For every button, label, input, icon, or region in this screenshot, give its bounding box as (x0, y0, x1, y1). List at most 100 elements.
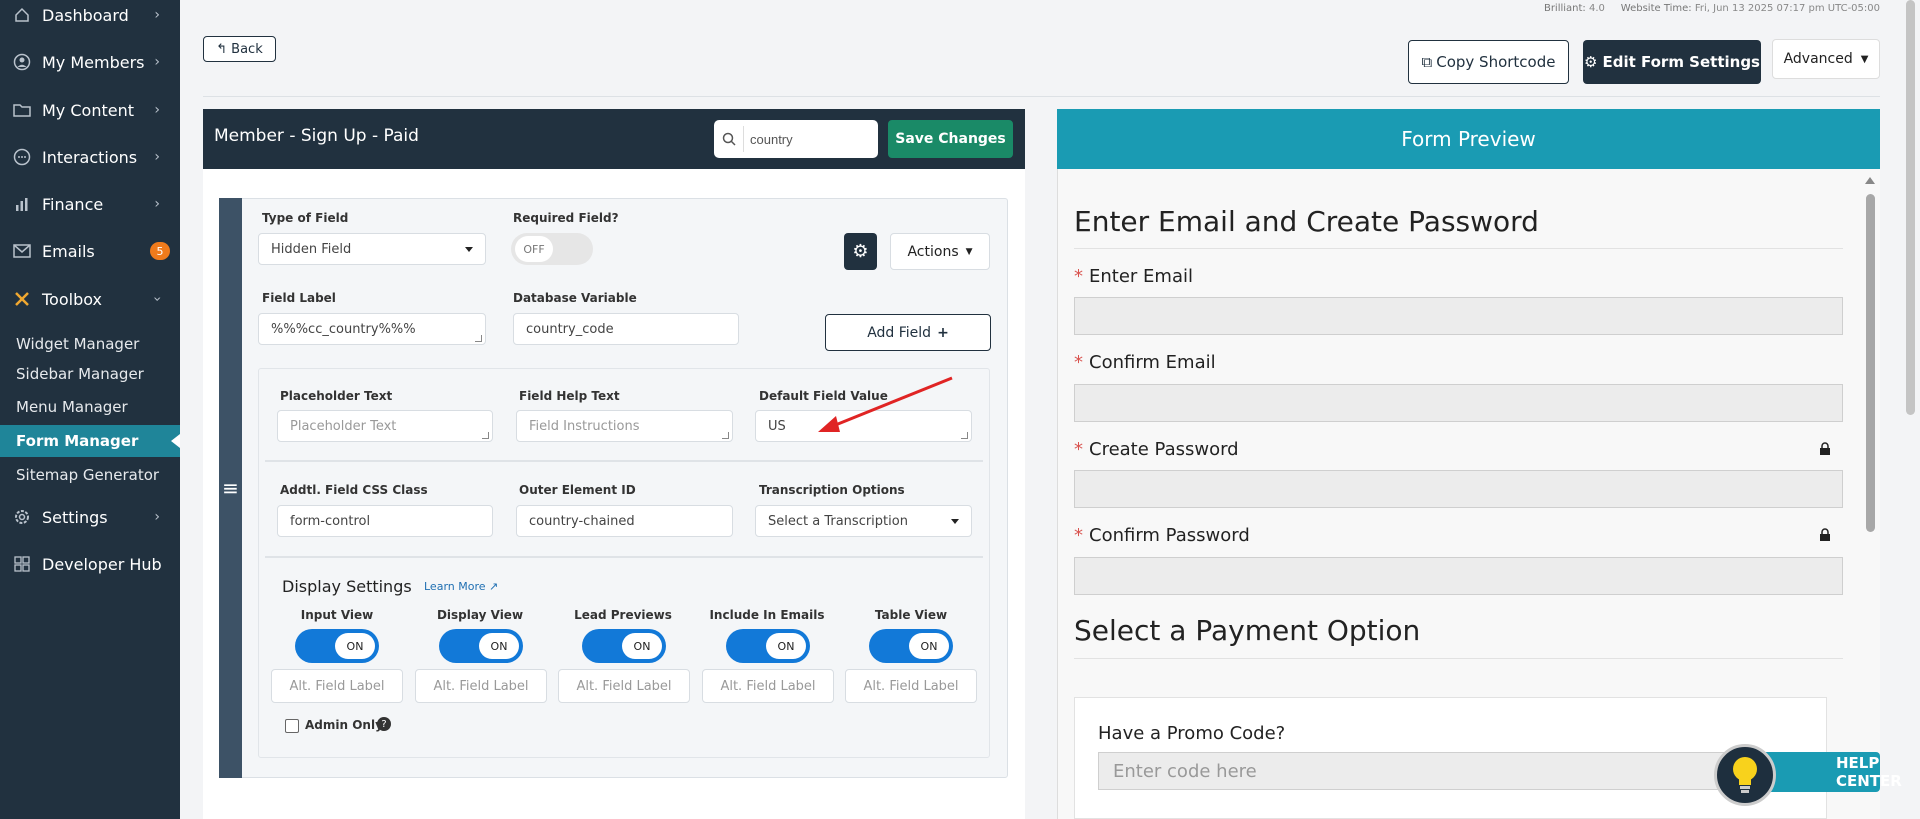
outer-element-id-value: country-chained (529, 513, 635, 529)
section-divider (1074, 248, 1843, 249)
sidebar-item-interactions[interactable]: Interactions › (0, 137, 180, 177)
alt-label-placeholder: Alt. Field Label (576, 678, 672, 694)
drag-handle[interactable]: ≡ (219, 198, 242, 778)
input-view-toggle[interactable]: ON (295, 629, 379, 663)
placeholder-text-label: Placeholder Text (280, 389, 393, 403)
search-input[interactable] (744, 131, 864, 147)
plus-icon: + (937, 324, 949, 341)
resize-grip-icon (482, 432, 489, 439)
resize-grip-icon (961, 432, 968, 439)
transcription-options-value: Select a Transcription (768, 513, 908, 529)
sidebar-subitem-widget-manager[interactable]: Widget Manager (0, 328, 180, 360)
search-icon (714, 126, 744, 152)
sidebar-item-members[interactable]: My Members › (0, 42, 180, 82)
enter-email-input[interactable] (1074, 297, 1843, 335)
lightbulb-icon[interactable] (1714, 744, 1776, 806)
chevron-down-icon: › (149, 296, 166, 302)
confirm-password-label: * Confirm Password (1074, 525, 1250, 546)
outer-element-id-input[interactable]: country-chained (516, 505, 733, 537)
table-view-toggle[interactable]: ON (869, 629, 953, 663)
version-value: 4.0 (1588, 3, 1605, 14)
display-settings-title: Display Settings (282, 577, 412, 596)
sidebar-item-finance[interactable]: Finance › (0, 184, 180, 224)
chevron-right-icon: › (154, 54, 160, 70)
sidebar: Dashboard › My Members › My Content › In… (0, 0, 180, 819)
sidebar-item-label: Developer Hub (42, 554, 162, 574)
edit-form-settings-button[interactable]: ⚙ Edit Form Settings (1583, 40, 1761, 84)
toggle-knob: OFF (515, 236, 553, 262)
form-title: Member - Sign Up - Paid (214, 126, 419, 146)
copy-label: Copy Shortcode (1436, 53, 1556, 71)
type-of-field-select[interactable]: Hidden Field (258, 233, 486, 265)
sidebar-subitem-form-manager[interactable]: Form Manager (0, 425, 180, 457)
field-label-input[interactable]: %%%cc_country%%% (258, 313, 486, 345)
css-class-input[interactable]: form-control (277, 505, 493, 537)
promo-code-label: Have a Promo Code? (1098, 723, 1286, 744)
display-view-alt-label-input[interactable]: Alt. Field Label (415, 669, 547, 703)
lead-previews-alt-label-input[interactable]: Alt. Field Label (558, 669, 690, 703)
field-help-text-input[interactable]: Field Instructions (516, 410, 733, 442)
back-button[interactable]: ↰ Back (203, 36, 276, 62)
sidebar-subitem-sidebar-manager[interactable]: Sidebar Manager (0, 358, 180, 390)
scroll-up-arrow-icon[interactable] (1865, 177, 1875, 184)
sidebar-item-label: Toolbox (42, 289, 102, 309)
resize-grip-icon (722, 432, 729, 439)
toggle-knob: ON (335, 633, 375, 659)
help-center-button[interactable]: HELP CENTER (1760, 752, 1902, 792)
lead-previews-toggle[interactable]: ON (582, 629, 666, 663)
required-asterisk: * (1074, 439, 1083, 460)
transcription-options-select[interactable]: Select a Transcription (755, 505, 972, 537)
outer-element-id-label: Outer Element ID (519, 483, 636, 497)
sidebar-item-toolbox[interactable]: Toolbox › (0, 279, 180, 319)
confirm-password-input[interactable] (1074, 557, 1843, 595)
caret-down-icon: ▼ (1860, 53, 1869, 65)
section-heading: Select a Payment Option (1074, 614, 1421, 647)
copy-shortcode-button[interactable]: ⧉ Copy Shortcode (1408, 40, 1569, 84)
field-search (714, 120, 878, 158)
sidebar-item-dashboard[interactable]: Dashboard › (0, 0, 180, 35)
create-password-input[interactable] (1074, 470, 1843, 508)
sidebar-item-content[interactable]: My Content › (0, 90, 180, 130)
include-in-emails-alt-label-input[interactable]: Alt. Field Label (702, 669, 834, 703)
caret-down-icon: ▼ (965, 246, 973, 257)
preview-scroll-thumb[interactable] (1866, 194, 1875, 532)
include-in-emails-toggle[interactable]: ON (726, 629, 810, 663)
field-label-value: %%%cc_country%%% (271, 321, 416, 337)
window-scroll-thumb[interactable] (1906, 0, 1915, 415)
required-field-toggle[interactable]: OFF (511, 233, 593, 265)
sidebar-item-settings[interactable]: Settings › (0, 497, 180, 537)
actions-dropdown[interactable]: Actions ▼ (890, 233, 990, 270)
question-icon[interactable]: ? (377, 717, 391, 731)
sidebar-item-label: Emails (42, 241, 95, 261)
advanced-label: Advanced (1783, 51, 1853, 67)
save-changes-button[interactable]: Save Changes (888, 120, 1013, 158)
sidebar-subitem-menu-manager[interactable]: Menu Manager (0, 391, 180, 423)
confirm-email-input[interactable] (1074, 384, 1843, 422)
input-view-alt-label-input[interactable]: Alt. Field Label (271, 669, 403, 703)
display-view-toggle[interactable]: ON (439, 629, 523, 663)
promo-code-input[interactable]: Enter code here (1098, 752, 1753, 790)
admin-only-checkbox[interactable] (285, 719, 299, 733)
sidebar-item-developer-hub[interactable]: Developer Hub (0, 544, 180, 584)
css-class-value: form-control (290, 513, 371, 529)
lock-icon (1819, 442, 1831, 460)
sidebar-subitem-sitemap-generator[interactable]: Sitemap Generator (0, 459, 180, 491)
field-help-text-label: Field Help Text (519, 389, 620, 403)
confirm-email-label: * Confirm Email (1074, 352, 1216, 373)
learn-more-link[interactable]: Learn More ↗ (424, 580, 498, 593)
alt-label-placeholder: Alt. Field Label (433, 678, 529, 694)
external-link-icon: ↗ (489, 580, 499, 593)
lock-icon (1819, 528, 1831, 546)
promo-code-placeholder: Enter code here (1113, 760, 1257, 782)
sidebar-item-emails[interactable]: Emails 5 (0, 231, 180, 271)
table-view-alt-label-input[interactable]: Alt. Field Label (845, 669, 977, 703)
advanced-dropdown[interactable]: Advanced ▼ (1772, 39, 1880, 79)
time-label: Website Time: (1620, 3, 1692, 14)
create-password-label: * Create Password (1074, 439, 1239, 460)
database-variable-input[interactable]: country_code (513, 313, 739, 345)
add-field-button[interactable]: Add Field + (825, 314, 991, 351)
placeholder-text-input[interactable]: Placeholder Text (277, 410, 493, 442)
field-settings-gear-button[interactable]: ⚙ (844, 233, 877, 270)
sidebar-item-label: Settings (42, 507, 108, 527)
annotation-arrow-icon (818, 376, 953, 432)
